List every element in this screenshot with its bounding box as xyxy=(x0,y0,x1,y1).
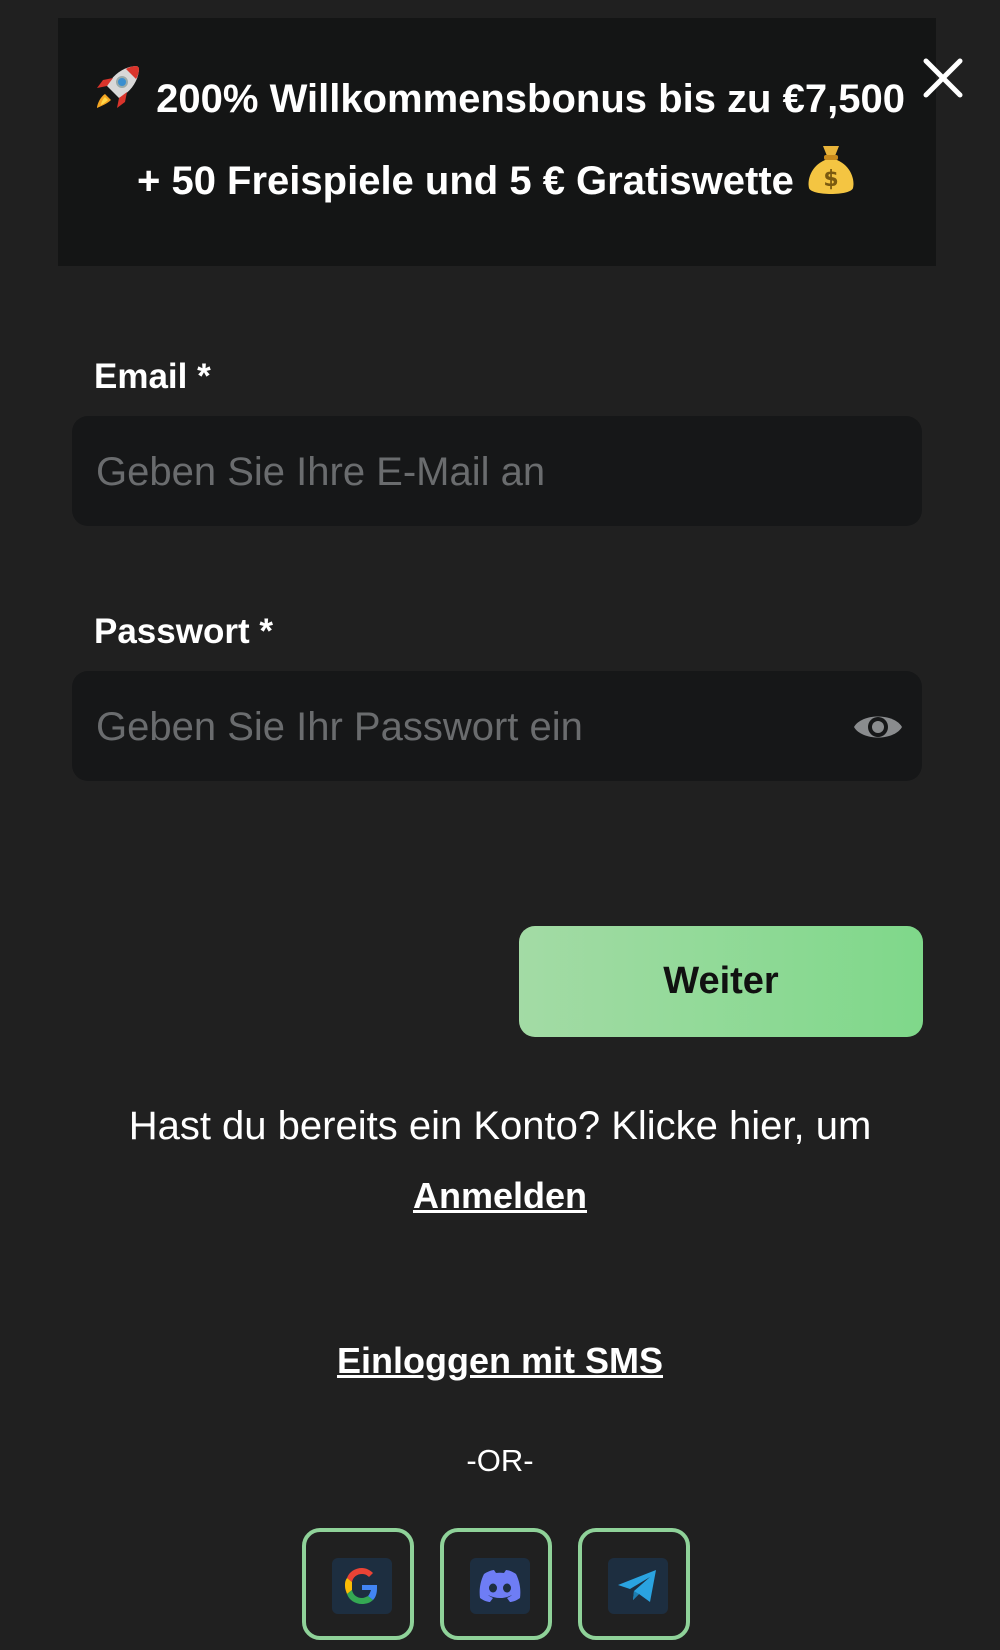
telegram-icon xyxy=(618,1570,656,1602)
login-link[interactable]: Anmelden xyxy=(0,1175,1000,1217)
discord-icon-tile xyxy=(470,1558,530,1614)
promo-headline: 200% Willkommensbonus bis zu €7,500 xyxy=(156,77,905,121)
password-input[interactable] xyxy=(94,671,858,783)
discord-login-button[interactable] xyxy=(440,1528,552,1640)
close-icon xyxy=(923,58,963,98)
telegram-icon-tile xyxy=(608,1558,668,1614)
rocket-icon xyxy=(89,60,145,128)
promo-line-2: + 50 Freispiele und 5 € Gratiswette $ xyxy=(58,142,936,210)
discord-icon xyxy=(479,1570,521,1602)
google-login-button[interactable] xyxy=(302,1528,414,1640)
google-icon-tile xyxy=(332,1558,392,1614)
toggle-password-visibility-button[interactable] xyxy=(850,699,906,755)
sms-login-link[interactable]: Einloggen mit SMS xyxy=(0,1340,1000,1382)
promo-banner: 200% Willkommensbonus bis zu €7,500 + 50… xyxy=(58,18,936,266)
password-label: Passwort * xyxy=(94,612,273,651)
email-input[interactable] xyxy=(94,416,858,528)
google-icon xyxy=(345,1568,377,1604)
close-button[interactable] xyxy=(920,55,966,101)
signup-modal: 200% Willkommensbonus bis zu €7,500 + 50… xyxy=(0,0,1000,1650)
continue-button[interactable]: Weiter xyxy=(519,926,923,1037)
password-field-wrapper xyxy=(72,671,922,783)
or-divider: -OR- xyxy=(466,1443,534,1478)
eye-icon xyxy=(854,716,902,738)
email-field-wrapper xyxy=(72,416,922,528)
svg-text:$: $ xyxy=(823,167,838,192)
telegram-login-button[interactable] xyxy=(578,1528,690,1640)
existing-account-text: Hast du bereits ein Konto? Klicke hier, … xyxy=(128,1104,872,1148)
money-bag-icon: $ xyxy=(805,142,857,210)
email-label: Email * xyxy=(94,357,211,396)
promo-subline: + 50 Freispiele und 5 € Gratiswette xyxy=(136,159,794,203)
promo-line-1: 200% Willkommensbonus bis zu €7,500 xyxy=(58,60,936,128)
